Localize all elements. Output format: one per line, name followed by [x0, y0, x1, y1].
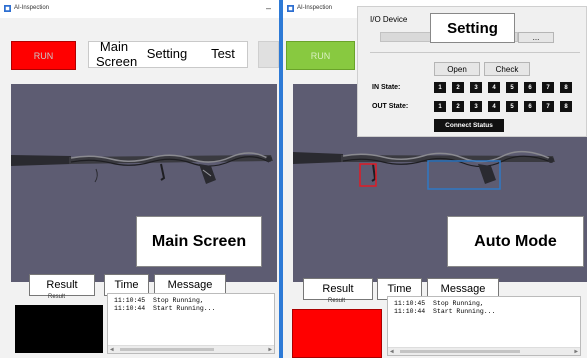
in-pin: 6: [524, 82, 536, 93]
out-pin[interactable]: 5: [506, 101, 518, 112]
result-label-text: Result: [46, 279, 78, 291]
browse-button-label: ...: [532, 33, 540, 42]
horizontal-scrollbar[interactable]: ◀ ▶: [388, 347, 580, 355]
tab-setting[interactable]: Setting: [141, 42, 193, 67]
app-logo-icon: [4, 5, 11, 12]
out-pin[interactable]: 3: [470, 101, 482, 112]
scroll-thumb[interactable]: [120, 348, 214, 351]
scroll-left-icon[interactable]: ◀: [390, 348, 394, 355]
camera-view: Main Screen: [11, 84, 277, 282]
io-device-panel: I/O Device ... Setting Open Check IN Sta…: [357, 6, 587, 137]
scroll-right-icon[interactable]: ▶: [268, 346, 272, 353]
message-log: 11:10:45 Stop Running, 11:10:44 Start Ru…: [107, 293, 275, 354]
tab-main-screen-label: Main Screen: [96, 39, 138, 69]
scroll-left-icon[interactable]: ◀: [110, 346, 114, 353]
log-entry: 11:10:45 Stop Running,: [114, 297, 204, 304]
io-device-group-label: I/O Device: [370, 15, 408, 24]
in-pin: 2: [452, 82, 464, 93]
log-text: Start Running...: [433, 308, 496, 315]
log-time: 11:10:44: [394, 308, 426, 315]
out-pin[interactable]: 1: [434, 101, 446, 112]
window-title: AI-Inspection: [14, 5, 50, 11]
result-label-text: Result: [322, 283, 354, 295]
setting-callout: Setting: [430, 13, 515, 43]
result-label: Result: [303, 278, 373, 300]
log-entry: 11:10:44 Start Running...: [394, 308, 495, 315]
io-divider: [370, 52, 580, 53]
left-title-bar: AI-Inspection –: [0, 0, 279, 18]
message-log: 11:10:45 Stop Running, 11:10:44 Start Ru…: [387, 296, 581, 356]
horizontal-scrollbar[interactable]: ◀ ▶: [108, 345, 274, 353]
in-pin: 7: [542, 82, 554, 93]
open-button[interactable]: Open: [434, 62, 480, 76]
in-pin: 1: [434, 82, 446, 93]
main-screen-callout: Main Screen: [136, 216, 262, 267]
log-text: Stop Running,: [153, 297, 204, 304]
out-pin[interactable]: 7: [542, 101, 554, 112]
auto-mode-callout: Auto Mode: [447, 216, 584, 267]
time-label-text: Time: [114, 279, 139, 291]
minimize-icon[interactable]: –: [266, 3, 271, 13]
app-logo-icon: [287, 5, 294, 12]
right-window: AI-Inspection RUN Auto Mode I/O Device .…: [283, 0, 587, 358]
out-state-pins: 1 2 3 4 5 6 7 8: [434, 101, 580, 112]
left-window: AI-Inspection – RUN Main Screen Setting …: [0, 0, 279, 358]
tab-setting-label: Setting: [146, 46, 188, 62]
in-state-label: IN State:: [372, 84, 401, 91]
in-pin: 4: [488, 82, 500, 93]
log-time: 11:10:45: [114, 297, 146, 304]
scroll-right-icon[interactable]: ▶: [574, 348, 578, 355]
connect-status-label: Connect Status: [445, 122, 493, 129]
out-pin[interactable]: 6: [524, 101, 536, 112]
result-indicator: [15, 305, 103, 353]
log-text: Stop Running,: [433, 300, 484, 307]
out-state-label: OUT State:: [372, 103, 409, 110]
log-text: Start Running...: [153, 305, 216, 312]
log-entry: 11:10:45 Stop Running,: [394, 300, 484, 307]
log-entry: 11:10:44 Start Running...: [114, 305, 215, 312]
out-pin[interactable]: 8: [560, 101, 572, 112]
in-pin: 8: [560, 82, 572, 93]
result-caption: Result: [328, 298, 346, 304]
setting-callout-text: Setting: [447, 19, 498, 37]
run-button[interactable]: RUN: [11, 41, 76, 70]
browse-button[interactable]: ...: [518, 32, 554, 43]
auto-mode-callout-text: Auto Mode: [474, 232, 557, 250]
tab-main-screen[interactable]: Main Screen: [89, 39, 139, 69]
check-button[interactable]: Check: [484, 62, 530, 76]
result-label: Result: [29, 274, 95, 296]
out-pin[interactable]: 2: [452, 101, 464, 112]
open-button-label: Open: [447, 64, 467, 74]
main-tabs: Main Screen Setting Test: [88, 39, 249, 69]
run-button[interactable]: RUN: [286, 41, 355, 70]
message-label-text: Message: [440, 283, 486, 295]
in-pin: 3: [470, 82, 482, 93]
connect-status-indicator: Connect Status: [434, 119, 504, 132]
result-caption: Result: [48, 294, 66, 300]
in-state-pins: 1 2 3 4 5 6 7 8: [434, 82, 580, 93]
check-button-label: Check: [495, 64, 519, 74]
tab-overflow: [258, 41, 279, 68]
result-indicator: [292, 309, 382, 358]
tab-test[interactable]: Test: [197, 42, 249, 67]
run-button-label: RUN: [33, 50, 54, 61]
log-time: 11:10:44: [114, 305, 146, 312]
main-screen-callout-text: Main Screen: [151, 232, 247, 250]
message-label-text: Message: [167, 279, 213, 291]
time-label-text: Time: [387, 283, 412, 295]
out-pin[interactable]: 4: [488, 101, 500, 112]
window-title: AI-Inspection: [297, 5, 333, 11]
scroll-thumb[interactable]: [400, 350, 520, 353]
run-button-label: RUN: [310, 50, 331, 61]
tab-test-label: Test: [211, 46, 235, 62]
in-pin: 5: [506, 82, 518, 93]
log-time: 11:10:45: [394, 300, 426, 307]
